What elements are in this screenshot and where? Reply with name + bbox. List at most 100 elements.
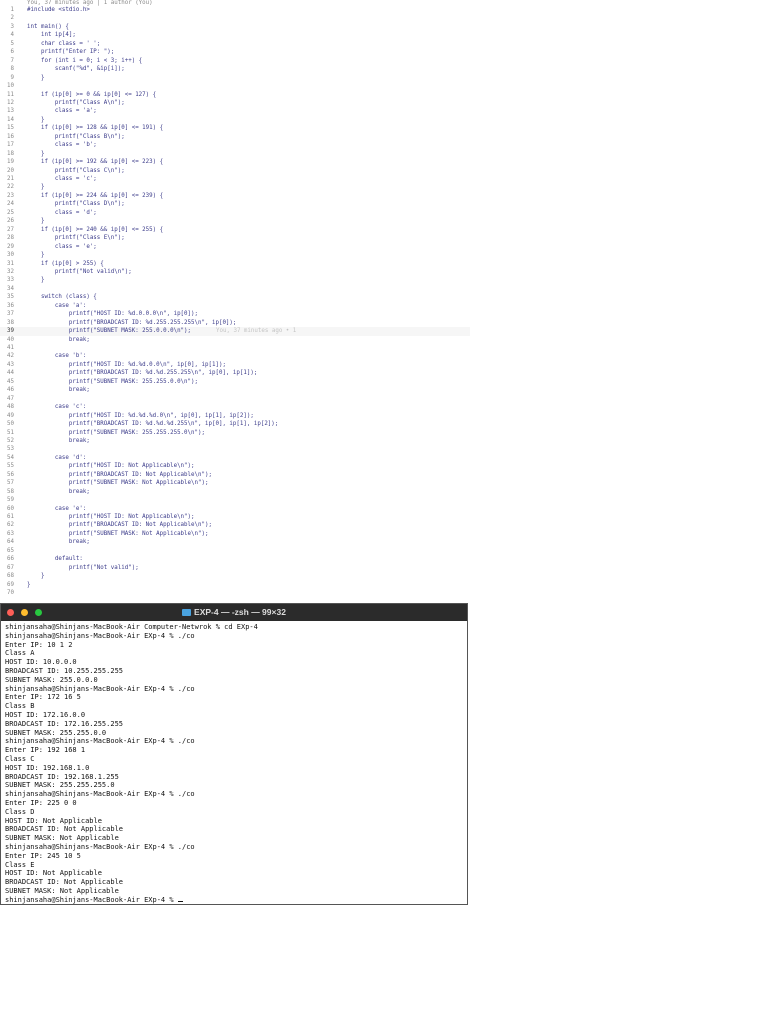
- code-text[interactable]: int main() {: [27, 23, 69, 31]
- code-line[interactable]: 70: [0, 589, 470, 597]
- code-text[interactable]: if (ip[0] >= 0 && ip[0] <= 127) {: [27, 91, 156, 99]
- code-line[interactable]: 34: [0, 285, 470, 293]
- code-line[interactable]: 10: [0, 82, 470, 90]
- code-line[interactable]: 41: [0, 344, 470, 352]
- code-line[interactable]: 51 printf("SUBNET MASK: 255.255.255.0\n"…: [0, 429, 470, 437]
- code-text[interactable]: case 'a':: [27, 302, 86, 310]
- code-text[interactable]: }: [27, 251, 45, 259]
- code-line[interactable]: 18 }: [0, 150, 470, 158]
- code-text[interactable]: class = 'c';: [27, 175, 97, 183]
- code-text[interactable]: break;: [27, 488, 90, 496]
- code-line[interactable]: 38 printf("BROADCAST ID: %d.255.255.255\…: [0, 319, 470, 327]
- code-text[interactable]: printf("HOST ID: Not Applicable\n");: [27, 513, 195, 521]
- code-text[interactable]: break;: [27, 538, 90, 546]
- code-text[interactable]: if (ip[0] >= 240 && ip[0] <= 255) {: [27, 226, 163, 234]
- code-line[interactable]: 20 printf("Class C\n");: [0, 167, 470, 175]
- code-text[interactable]: printf("SUBNET MASK: 255.255.0.0\n");: [27, 378, 198, 386]
- code-text[interactable]: }: [27, 581, 31, 589]
- code-text[interactable]: #include <stdio.h>: [27, 6, 90, 14]
- code-line[interactable]: 57 printf("SUBNET MASK: Not Applicable\n…: [0, 479, 470, 487]
- code-line[interactable]: 19 if (ip[0] >= 192 && ip[0] <= 223) {: [0, 158, 470, 166]
- code-line[interactable]: 23 if (ip[0] >= 224 && ip[0] <= 239) {: [0, 192, 470, 200]
- code-line[interactable]: 62 printf("BROADCAST ID: Not Applicable\…: [0, 521, 470, 529]
- code-line[interactable]: 7 for (int i = 0; i < 3; i++) {: [0, 57, 470, 65]
- code-line[interactable]: 1 #include <stdio.h>: [0, 6, 470, 14]
- code-text[interactable]: }: [27, 217, 45, 225]
- code-text[interactable]: printf("SUBNET MASK: Not Applicable\n");: [27, 479, 209, 487]
- code-line[interactable]: 24 printf("Class D\n");: [0, 200, 470, 208]
- code-line[interactable]: 45 printf("SUBNET MASK: 255.255.0.0\n");: [0, 378, 470, 386]
- code-line[interactable]: 17 class = 'b';: [0, 141, 470, 149]
- code-line[interactable]: 53: [0, 445, 470, 453]
- code-text[interactable]: }: [27, 116, 45, 124]
- code-text[interactable]: class = 'e';: [27, 243, 97, 251]
- code-line[interactable]: 68 }: [0, 572, 470, 580]
- code-text[interactable]: printf("BROADCAST ID: Not Applicable\n")…: [27, 471, 212, 479]
- code-text[interactable]: printf("Class E\n");: [27, 234, 125, 242]
- code-text[interactable]: scanf("%d", &ip[i]);: [27, 65, 125, 73]
- code-text[interactable]: if (ip[0] >= 192 && ip[0] <= 223) {: [27, 158, 163, 166]
- code-text[interactable]: }: [27, 74, 45, 82]
- code-line[interactable]: 60 case 'e':: [0, 505, 470, 513]
- code-text[interactable]: printf("BROADCAST ID: Not Applicable\n")…: [27, 521, 212, 529]
- code-text[interactable]: case 'e':: [27, 505, 86, 513]
- code-line[interactable]: 14 }: [0, 116, 470, 124]
- code-line[interactable]: 3 int main() {: [0, 23, 470, 31]
- code-text[interactable]: printf("SUBNET MASK: 255.255.255.0\n");: [27, 429, 205, 437]
- code-text[interactable]: case 'b':: [27, 352, 86, 360]
- code-line[interactable]: 59: [0, 496, 470, 504]
- terminal-titlebar[interactable]: EXP-4 — -zsh — 99×32: [1, 604, 467, 621]
- code-text[interactable]: printf("BROADCAST ID: %d.%d.255.255\n", …: [27, 369, 257, 377]
- code-line[interactable]: 69}: [0, 581, 470, 589]
- terminal-output[interactable]: shinjansaha@Shinjans-MacBook-Air Compute…: [5, 623, 258, 905]
- code-line[interactable]: 4 int ip[4];: [0, 31, 470, 39]
- code-line[interactable]: 47: [0, 395, 470, 403]
- code-line[interactable]: 2: [0, 14, 470, 22]
- code-editor[interactable]: You, 37 minutes ago | 1 author (You) 1 #i…: [0, 0, 470, 600]
- code-text[interactable]: }: [27, 276, 45, 284]
- code-text[interactable]: switch (class) {: [27, 293, 97, 301]
- code-text[interactable]: if (ip[0] >= 128 && ip[0] <= 191) {: [27, 124, 163, 132]
- code-line[interactable]: 66 default:: [0, 555, 470, 563]
- code-text[interactable]: printf("Class A\n");: [27, 99, 125, 107]
- code-line[interactable]: 27 if (ip[0] >= 240 && ip[0] <= 255) {: [0, 226, 470, 234]
- code-line[interactable]: 9 }: [0, 74, 470, 82]
- code-line[interactable]: 36 case 'a':: [0, 302, 470, 310]
- code-text[interactable]: printf("Not valid");: [27, 564, 139, 572]
- code-text[interactable]: class = 'b';: [27, 141, 97, 149]
- code-line[interactable]: 33 }: [0, 276, 470, 284]
- code-line[interactable]: 21 class = 'c';: [0, 175, 470, 183]
- code-text[interactable]: class = 'a';: [27, 107, 97, 115]
- code-text[interactable]: break;: [27, 336, 90, 344]
- code-line[interactable]: 8 scanf("%d", &ip[i]);: [0, 65, 470, 73]
- code-line[interactable]: 49 printf("HOST ID: %d.%d.%d.0\n", ip[0]…: [0, 412, 470, 420]
- code-text[interactable]: printf("HOST ID: Not Applicable\n");: [27, 462, 195, 470]
- code-line[interactable]: 50 printf("BROADCAST ID: %d.%d.%d.255\n"…: [0, 420, 470, 428]
- code-line[interactable]: 5 char class = ' ';: [0, 40, 470, 48]
- code-line[interactable]: 61 printf("HOST ID: Not Applicable\n");: [0, 513, 470, 521]
- code-text[interactable]: printf("HOST ID: %d.0.0.0\n", ip[0]);: [27, 310, 198, 318]
- code-text[interactable]: default:: [27, 555, 83, 563]
- code-line[interactable]: 58 break;: [0, 488, 470, 496]
- code-text[interactable]: }: [27, 183, 45, 191]
- code-text[interactable]: class = 'd';: [27, 209, 97, 217]
- code-text[interactable]: printf("SUBNET MASK: Not Applicable\n");: [27, 530, 209, 538]
- code-line[interactable]: 6 printf("Enter IP: ");: [0, 48, 470, 56]
- code-text[interactable]: printf("HOST ID: %d.%d.%d.0\n", ip[0], i…: [27, 412, 254, 420]
- code-text[interactable]: break;: [27, 386, 90, 394]
- code-text[interactable]: printf("Class B\n");: [27, 133, 125, 141]
- code-line[interactable]: 26 }: [0, 217, 470, 225]
- code-line[interactable]: 13 class = 'a';: [0, 107, 470, 115]
- code-text[interactable]: }: [27, 572, 45, 580]
- code-line[interactable]: 46 break;: [0, 386, 470, 394]
- code-text[interactable]: for (int i = 0; i < 3; i++) {: [27, 57, 142, 65]
- code-line[interactable]: 30 }: [0, 251, 470, 259]
- code-line[interactable]: 29 class = 'e';: [0, 243, 470, 251]
- code-line[interactable]: 67 printf("Not valid");: [0, 564, 470, 572]
- code-line[interactable]: 15 if (ip[0] >= 128 && ip[0] <= 191) {: [0, 124, 470, 132]
- code-text[interactable]: printf("BROADCAST ID: %d.255.255.255\n",…: [27, 319, 237, 327]
- code-line[interactable]: 63 printf("SUBNET MASK: Not Applicable\n…: [0, 530, 470, 538]
- code-text[interactable]: printf("Class C\n");: [27, 167, 125, 175]
- code-text[interactable]: printf("BROADCAST ID: %d.%d.%d.255\n", i…: [27, 420, 278, 428]
- code-line[interactable]: 64 break;: [0, 538, 470, 546]
